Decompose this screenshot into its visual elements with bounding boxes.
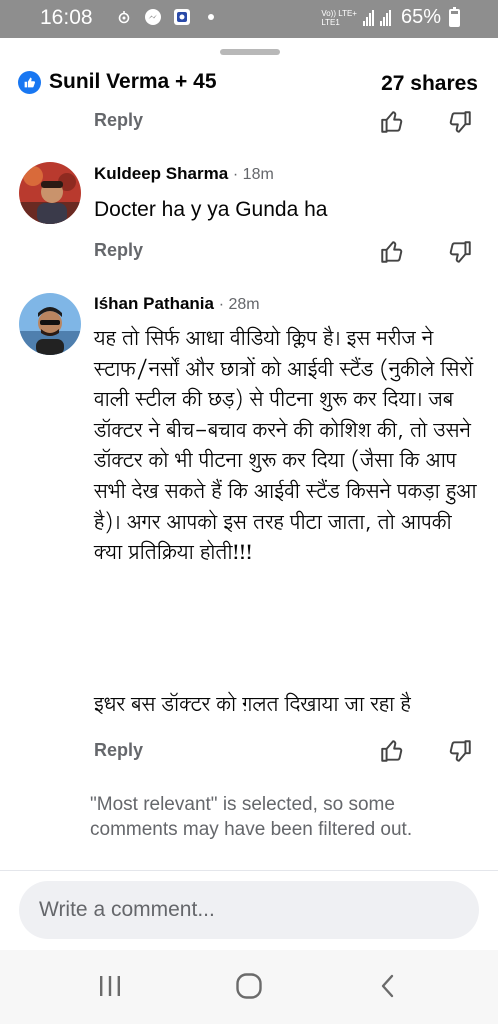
navigation-bar	[0, 950, 498, 1024]
like-badge-icon	[18, 70, 41, 94]
notification-icon	[114, 7, 133, 26]
filter-note: "Most relevant" is selected, so some com…	[90, 794, 413, 840]
reply-button[interactable]: Reply	[94, 240, 143, 261]
battery-percentage: 65%	[400, 6, 441, 28]
status-time: 16:08	[40, 6, 93, 29]
divider	[0, 870, 498, 871]
comment-composer[interactable]	[19, 881, 479, 939]
comment-text: यह तो सिर्फ आधा वीडियो क्लिप है। इस मरीज…	[94, 324, 477, 571]
upvote-icon[interactable]	[378, 108, 406, 136]
reply-button[interactable]: Reply	[94, 110, 143, 131]
comment-input[interactable]	[39, 881, 459, 939]
comment-time: · 28m	[218, 296, 260, 313]
comment-author[interactable]: Kuldeep Sharma · 18m	[94, 164, 274, 184]
downvote-icon[interactable]	[446, 108, 474, 136]
signal-icon-2	[379, 9, 391, 26]
home-icon[interactable]	[229, 968, 269, 1004]
shares-count[interactable]: 27 shares	[381, 72, 478, 96]
reactions-label: Sunil Verma + 45	[49, 70, 217, 93]
status-system-icons: Vo)) LTE+ LTE1 65%	[321, 6, 460, 29]
network-type: Vo)) LTE+ LTE1	[321, 8, 357, 27]
comment-text: Docter ha y ya Gunda ha	[94, 198, 328, 221]
recent-apps-icon[interactable]	[90, 968, 130, 1004]
status-bar: 16:08 Vo)) LTE+ LTE1 65%	[0, 0, 498, 38]
avatar[interactable]	[19, 162, 81, 224]
upvote-icon[interactable]	[378, 238, 406, 266]
dot-icon	[201, 7, 220, 26]
upvote-icon[interactable]	[378, 737, 406, 765]
comment-text-continued: इधर बस डॉक्टर को ग़लत दिखाया जा रहा है	[94, 690, 411, 722]
avatar[interactable]	[19, 293, 81, 355]
downvote-icon[interactable]	[446, 238, 474, 266]
drag-handle[interactable]	[220, 49, 280, 55]
downvote-icon[interactable]	[446, 737, 474, 765]
battery-icon	[449, 6, 460, 27]
reactions-summary[interactable]: Sunil Verma + 45	[18, 70, 217, 94]
comment-author[interactable]: Iśhan Pathania · 28m	[94, 294, 260, 314]
reply-button[interactable]: Reply	[94, 740, 143, 761]
comment-time: · 18m	[232, 166, 274, 183]
messenger-icon	[143, 7, 162, 26]
back-icon[interactable]	[368, 968, 408, 1004]
app-icon	[172, 7, 191, 26]
status-notification-icons	[114, 7, 220, 26]
signal-icon	[362, 9, 374, 26]
